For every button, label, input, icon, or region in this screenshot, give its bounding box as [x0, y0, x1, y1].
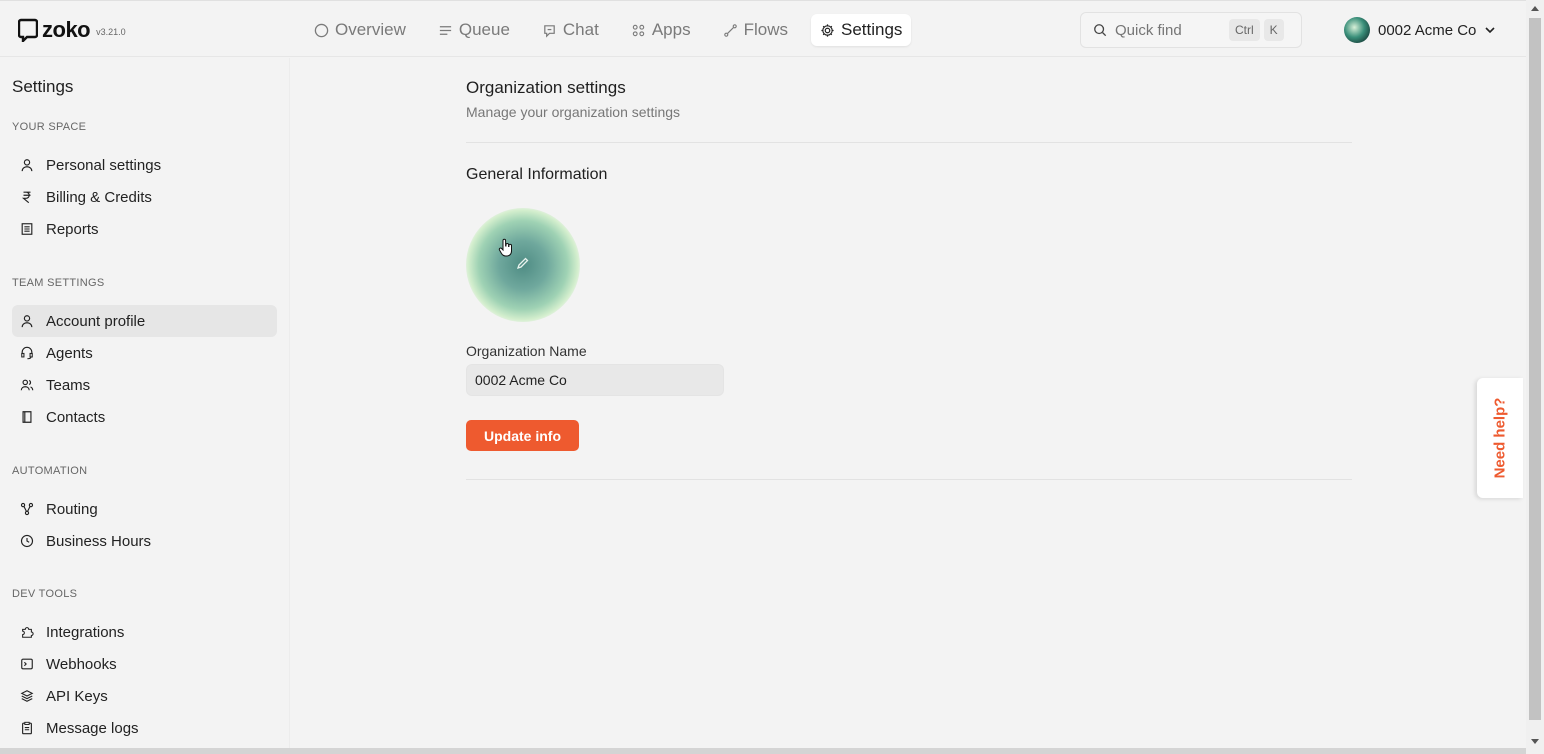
user-icon [21, 159, 33, 172]
rupee-icon [21, 191, 31, 204]
org-switcher-name: 0002 Acme Co [1378, 21, 1477, 39]
org-switcher[interactable]: 0002 Acme Co [1344, 17, 1496, 43]
user-icon [21, 315, 33, 328]
sidebar-item-label: Agents [46, 344, 93, 362]
gear-icon [821, 23, 834, 37]
search-icon [1094, 24, 1107, 37]
users-icon [20, 379, 34, 391]
sidebar-item-label: API Keys [46, 687, 108, 705]
scroll-down-arrow-icon[interactable] [1531, 739, 1539, 744]
flow-icon [723, 23, 737, 37]
routing-icon [20, 502, 34, 516]
nav-label: Chat [562, 20, 599, 39]
scroll-thumb[interactable] [1529, 18, 1541, 720]
quick-find-input[interactable] [1115, 21, 1225, 39]
top-bar: zoko v3.21.0 Overview Queue Chat Apps Fl… [0, 0, 1526, 57]
app-version: v3.21.0 [96, 27, 126, 37]
sidebar-item-label: Billing & Credits [46, 188, 152, 206]
org-logo-upload[interactable] [466, 208, 580, 322]
pencil-icon [516, 257, 529, 270]
terminal-icon [21, 658, 33, 670]
nav-label: Settings [840, 20, 903, 39]
org-name-label: Organization Name [466, 343, 587, 359]
quick-find[interactable]: Ctrl K [1080, 12, 1302, 48]
puzzle-icon [22, 627, 34, 638]
logo[interactable]: zoko v3.21.0 [18, 17, 126, 43]
chevron-down-icon [1485, 27, 1495, 34]
nav-apps[interactable]: Apps [622, 14, 700, 46]
sidebar-item-integrations[interactable]: Integrations [12, 616, 277, 648]
sidebar-item-label: Business Hours [46, 532, 152, 550]
sidebar-item-label: Teams [46, 376, 91, 394]
sidebar-item-label: Routing [46, 500, 98, 518]
sidebar-item-label: Message logs [46, 719, 139, 737]
sidebar-item-teams[interactable]: Teams [12, 369, 277, 401]
sidebar-title: Settings [12, 77, 74, 96]
sidebar-item-api-keys[interactable]: API Keys [12, 680, 277, 712]
grid-icon [632, 24, 645, 36]
shortcut-key-k: K [1263, 19, 1284, 41]
nav-flows[interactable]: Flows [714, 14, 797, 46]
nav-settings[interactable]: Settings [810, 14, 912, 46]
need-help-label: Need help? [1491, 397, 1509, 479]
section-title: General Information [466, 166, 608, 183]
clipboard-icon [22, 721, 32, 735]
nav-chat[interactable]: Chat [533, 14, 608, 46]
circle-icon [314, 23, 329, 37]
book-icon [22, 411, 32, 423]
sidebar-item-routing[interactable]: Routing [12, 493, 277, 525]
sidebar-item-business-hours[interactable]: Business Hours [12, 525, 277, 557]
nav-overview[interactable]: Overview [305, 14, 415, 46]
sidebar-item-account-profile[interactable]: Account profile [12, 305, 277, 337]
layers-icon [20, 690, 34, 702]
org-avatar [1344, 17, 1370, 43]
main-nav: Overview Queue Chat Apps Flows Settings [305, 14, 925, 46]
divider [466, 479, 1352, 480]
section-team-settings: TEAM SETTINGS [12, 277, 105, 289]
settings-sidebar: Settings YOUR SPACE Personal settings Bi… [0, 58, 290, 754]
section-automation: AUTOMATION [12, 465, 88, 477]
clock-icon [20, 534, 34, 548]
section-dev-tools: DEV TOOLS [12, 588, 78, 600]
sidebar-item-contacts[interactable]: Contacts [12, 401, 277, 433]
sidebar-item-webhooks[interactable]: Webhooks [12, 648, 277, 680]
sidebar-item-label: Account profile [46, 312, 146, 330]
sidebar-item-label: Personal settings [46, 156, 162, 174]
hand-cursor-icon [498, 238, 512, 257]
chat-icon [544, 24, 555, 38]
org-name-input[interactable] [466, 364, 724, 396]
sidebar-item-label: Integrations [46, 623, 125, 641]
horizontal-scrollbar[interactable] [0, 748, 1526, 754]
shortcut-key-ctrl: Ctrl [1229, 19, 1260, 41]
section-your-space: YOUR SPACE [12, 121, 87, 133]
sidebar-item-label: Reports [46, 220, 99, 238]
list-icon [439, 25, 451, 35]
vertical-scrollbar[interactable] [1526, 0, 1544, 754]
zoko-logo-icon [18, 18, 38, 42]
page-subtitle: Manage your organization settings [466, 104, 681, 120]
nav-label: Overview [335, 20, 406, 39]
sidebar-item-reports[interactable]: Reports [12, 213, 277, 245]
sidebar-item-message-logs[interactable]: Message logs [12, 712, 277, 744]
need-help-tab[interactable]: Need help? [1477, 378, 1523, 498]
sidebar-item-agents[interactable]: Agents [12, 337, 277, 369]
report-icon [21, 223, 33, 235]
sidebar-item-personal-settings[interactable]: Personal settings [12, 149, 277, 181]
update-info-button[interactable]: Update info [466, 420, 579, 451]
page-title: Organization settings [466, 78, 626, 97]
sidebar-item-label: Contacts [46, 408, 106, 426]
logo-text: zoko [42, 17, 91, 42]
headset-icon [21, 346, 33, 360]
nav-label: Queue [458, 20, 510, 39]
divider [466, 142, 1352, 143]
nav-queue[interactable]: Queue [429, 14, 519, 46]
sidebar-item-label: Webhooks [46, 655, 117, 673]
sidebar-item-billing[interactable]: Billing & Credits [12, 181, 277, 213]
scroll-up-arrow-icon[interactable] [1531, 6, 1539, 11]
nav-label: Apps [651, 20, 691, 39]
nav-label: Flows [743, 20, 788, 39]
